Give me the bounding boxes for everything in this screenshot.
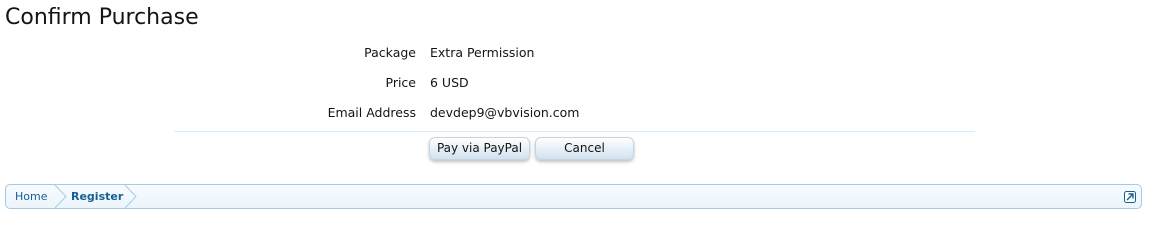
confirm-purchase-page: Confirm Purchase Package Extra Permissio… bbox=[0, 0, 1153, 212]
form-divider bbox=[174, 131, 975, 132]
pay-via-paypal-button[interactable]: Pay via PayPal bbox=[429, 137, 530, 160]
form-row-package: Package Extra Permission bbox=[0, 42, 1153, 64]
breadcrumb-separator-icon bbox=[124, 185, 138, 208]
cancel-button[interactable]: Cancel bbox=[535, 137, 634, 160]
email-label: Email Address bbox=[327, 105, 416, 120]
package-label: Package bbox=[364, 45, 416, 60]
price-value: 6 USD bbox=[430, 75, 469, 90]
page-title: Confirm Purchase bbox=[5, 5, 199, 30]
breadcrumb-separator-icon bbox=[54, 185, 68, 208]
external-jump-icon[interactable] bbox=[1123, 189, 1137, 203]
breadcrumb-register-link[interactable]: Register bbox=[71, 185, 123, 208]
breadcrumb: Home Register bbox=[5, 184, 1142, 209]
breadcrumb-home-link[interactable]: Home bbox=[15, 185, 47, 208]
price-label: Price bbox=[385, 75, 417, 90]
package-value: Extra Permission bbox=[430, 45, 535, 60]
email-value: devdep9@vbvision.com bbox=[430, 105, 580, 120]
form-row-price: Price 6 USD bbox=[0, 72, 1153, 94]
form-row-email: Email Address devdep9@vbvision.com bbox=[0, 102, 1153, 124]
